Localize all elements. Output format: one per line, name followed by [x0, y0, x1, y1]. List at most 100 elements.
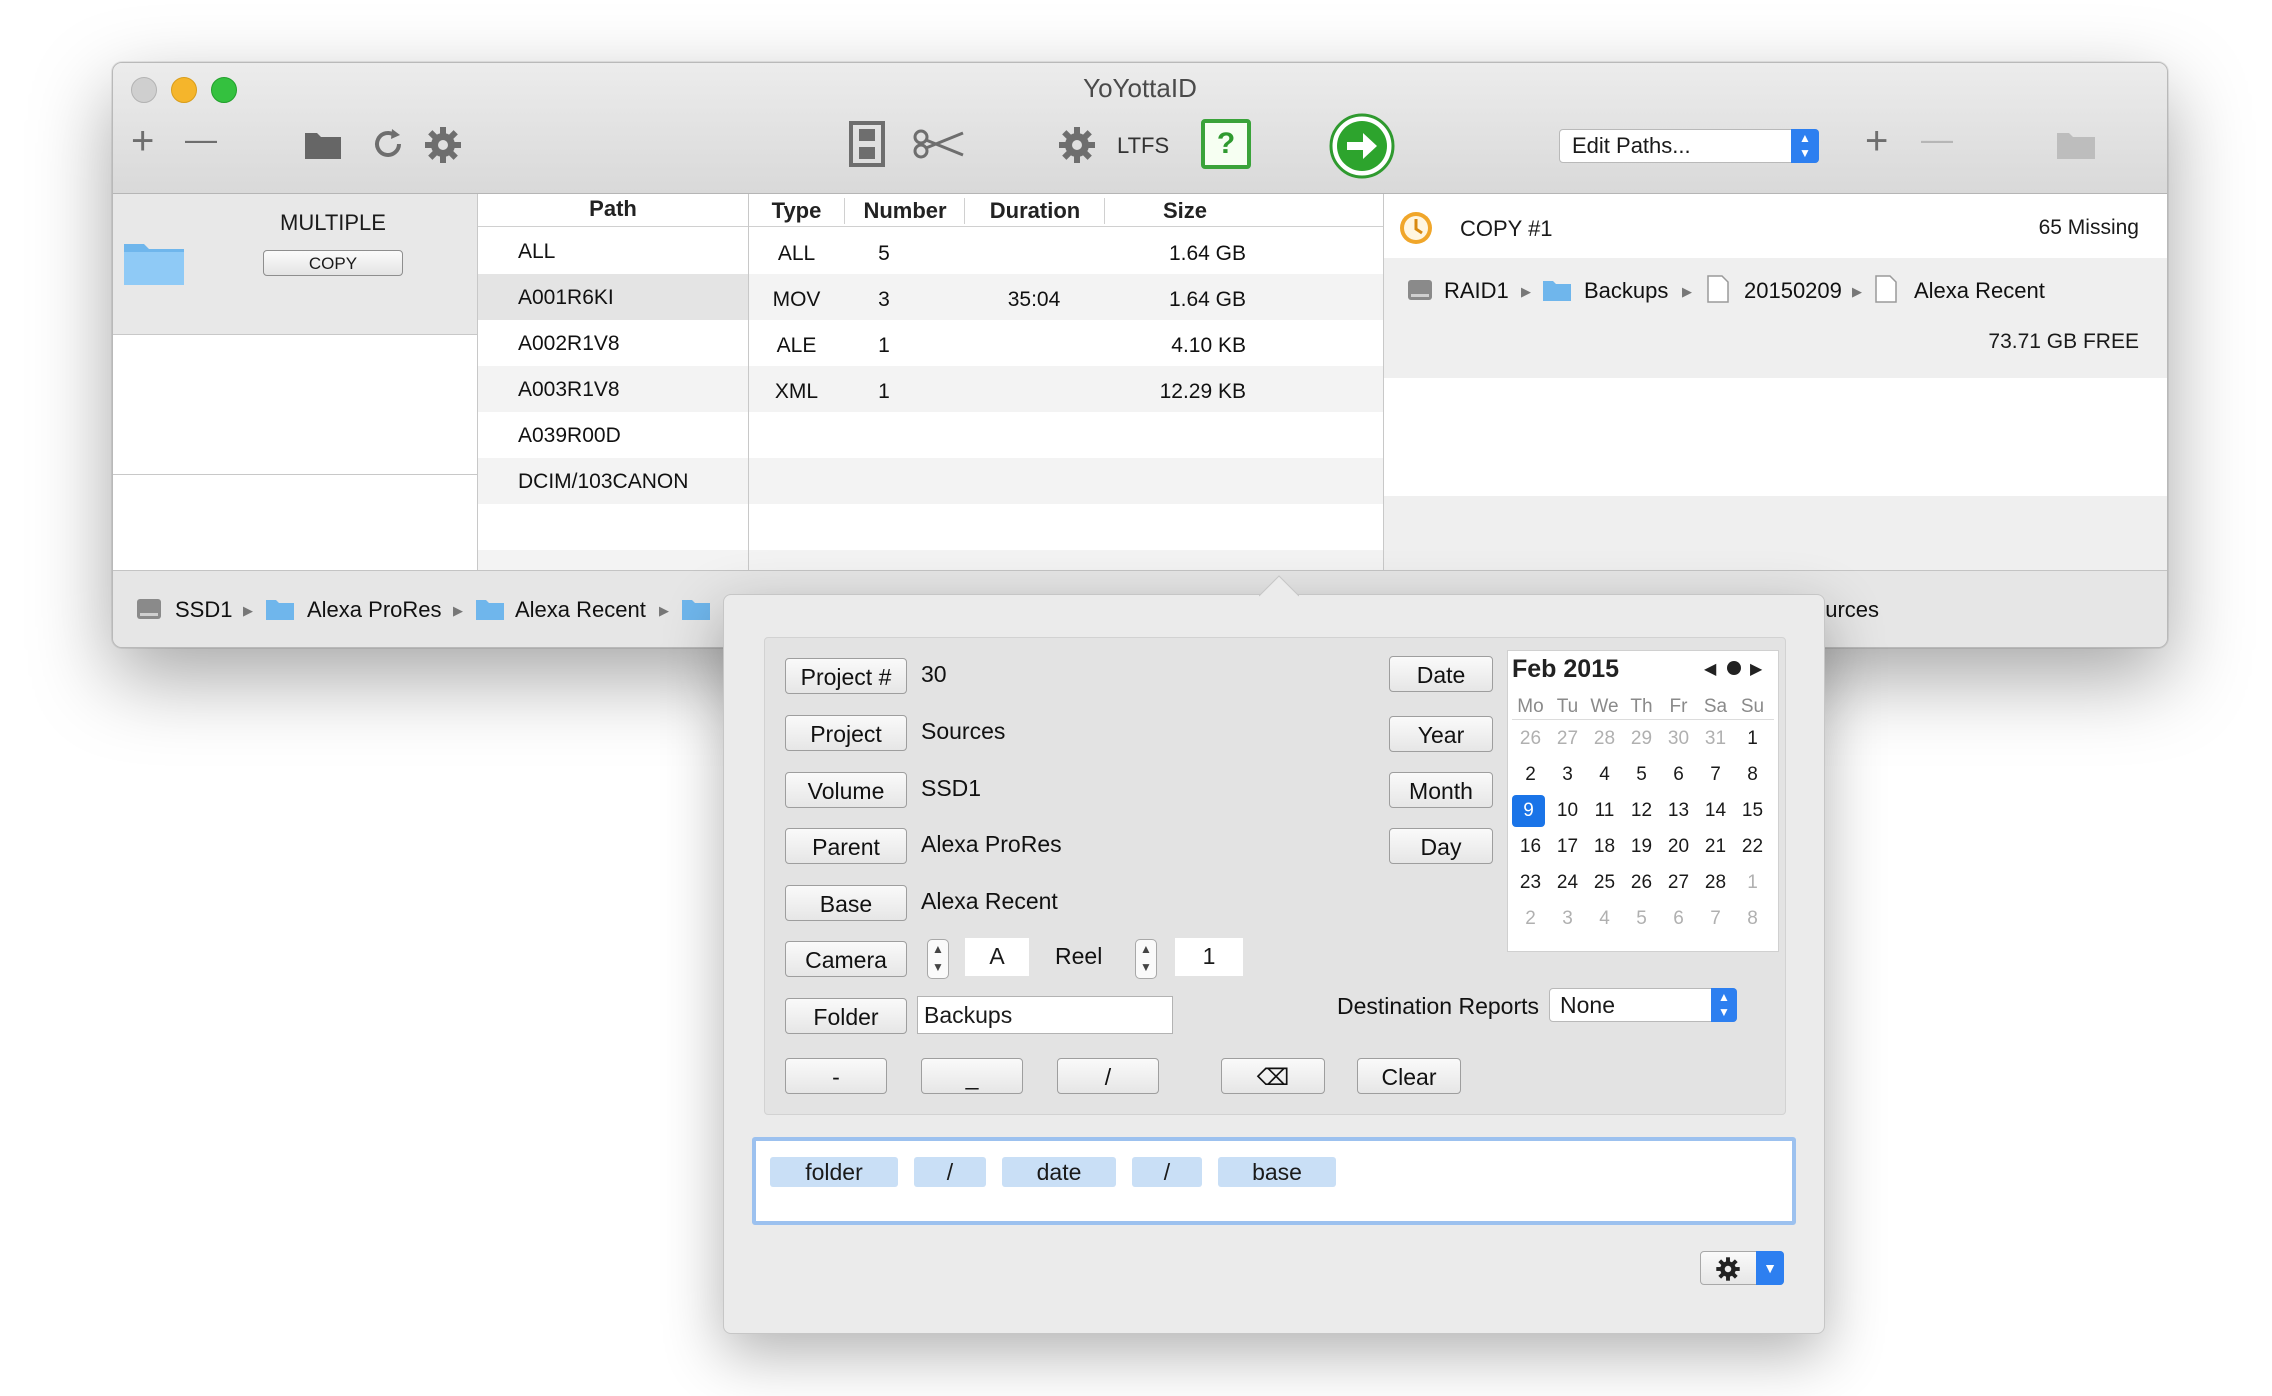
dash-button[interactable]: - — [785, 1058, 887, 1094]
calendar-day[interactable]: 18 — [1586, 829, 1623, 865]
calendar-day[interactable]: 20 — [1660, 829, 1697, 865]
folder-button[interactable]: Folder — [785, 998, 907, 1034]
token-chip[interactable]: base — [1218, 1157, 1336, 1187]
calendar-day[interactable]: 9 — [1512, 795, 1545, 827]
calendar-day[interactable]: 30 — [1660, 721, 1697, 757]
add-destination-button[interactable]: + — [1865, 121, 1888, 161]
calendar-day[interactable]: 17 — [1549, 829, 1586, 865]
calendar-day[interactable]: 19 — [1623, 829, 1660, 865]
folder-icon[interactable] — [303, 127, 343, 161]
token-chip[interactable]: / — [914, 1157, 986, 1187]
remove-destination-button[interactable]: — — [1921, 123, 1953, 155]
calendar-day[interactable]: 24 — [1549, 865, 1586, 901]
source-copy-button[interactable]: COPY — [263, 250, 403, 276]
base-button[interactable]: Base — [785, 885, 907, 921]
gear-icon[interactable] — [423, 125, 463, 165]
calendar-day[interactable]: 1 — [1734, 721, 1771, 757]
table-row[interactable]: MOV 3 35:04 1.64 GB — [749, 274, 1383, 320]
calendar-day[interactable]: 14 — [1697, 793, 1734, 829]
clear-button[interactable]: Clear — [1357, 1058, 1461, 1094]
source-breadcrumb-item[interactable]: Alexa Recent — [515, 597, 646, 623]
folder-field[interactable]: Backups — [917, 996, 1173, 1034]
calendar-day[interactable]: 15 — [1734, 793, 1771, 829]
calendar-day[interactable]: 4 — [1586, 757, 1623, 793]
calendar-day[interactable]: 23 — [1512, 865, 1549, 901]
calendar-day[interactable]: 26 — [1512, 721, 1549, 757]
scissors-icon[interactable] — [913, 129, 965, 159]
calendar-next-icon[interactable]: ▶ — [1750, 659, 1762, 679]
size-column-header[interactable]: Size — [1104, 198, 1265, 224]
go-arrow-icon[interactable] — [1329, 113, 1395, 179]
duration-column-header[interactable]: Duration — [964, 198, 1105, 224]
calendar-day[interactable]: 26 — [1623, 865, 1660, 901]
ltfs-label[interactable]: LTFS — [1117, 133, 1169, 159]
help-button[interactable]: ? — [1201, 119, 1251, 169]
calendar-day[interactable]: 28 — [1697, 865, 1734, 901]
calendar-day[interactable]: 31 — [1697, 721, 1734, 757]
table-row[interactable]: ALE 1 4.10 KB — [749, 320, 1383, 366]
type-column-header[interactable]: Type — [749, 198, 844, 224]
calendar-day[interactable]: 6 — [1660, 757, 1697, 793]
camera-stepper[interactable]: ▲ ▼ — [927, 939, 949, 979]
path-row[interactable]: A039R00D — [478, 412, 748, 458]
calendar-day[interactable]: 12 — [1623, 793, 1660, 829]
film-icon[interactable] — [847, 121, 887, 167]
destination-reports-select[interactable]: None ▲ ▼ — [1549, 988, 1737, 1022]
calendar-today-icon[interactable] — [1727, 661, 1741, 675]
calendar-day[interactable]: 1 — [1734, 865, 1771, 901]
naming-token-field[interactable]: folder / date / base — [752, 1137, 1796, 1225]
refresh-icon[interactable] — [369, 125, 407, 163]
add-source-button[interactable]: + — [131, 121, 154, 161]
table-row[interactable]: ALL 5 1.64 GB — [749, 228, 1383, 274]
calendar-prev-icon[interactable]: ◀ — [1704, 659, 1716, 679]
remove-source-button[interactable]: — — [185, 123, 217, 155]
year-button[interactable]: Year — [1389, 716, 1493, 752]
calendar-day[interactable]: 22 — [1734, 829, 1771, 865]
path-row[interactable]: A001R6KI — [478, 274, 748, 320]
calendar-day[interactable]: 27 — [1549, 721, 1586, 757]
calendar-day[interactable]: 29 — [1623, 721, 1660, 757]
parent-button[interactable]: Parent — [785, 828, 907, 864]
calendar-day[interactable]: 7 — [1697, 901, 1734, 937]
camera-button[interactable]: Camera — [785, 941, 907, 977]
calendar-day[interactable]: 5 — [1623, 757, 1660, 793]
path-header[interactable]: Path — [478, 196, 748, 227]
calendar-day[interactable]: 8 — [1734, 901, 1771, 937]
path-row[interactable]: ALL — [478, 228, 748, 274]
calendar-day[interactable]: 7 — [1697, 757, 1734, 793]
action-menu-button[interactable]: ▼ — [1700, 1251, 1784, 1285]
table-row[interactable]: XML 1 12.29 KB — [749, 366, 1383, 412]
volume-button[interactable]: Volume — [785, 772, 907, 808]
number-column-header[interactable]: Number — [844, 198, 965, 224]
calendar-day[interactable]: 28 — [1586, 721, 1623, 757]
destination-path-row[interactable]: RAID1 ▶ Backups ▶ 20150209 ▶ Alexa Recen… — [1384, 258, 2167, 378]
source-item[interactable]: MULTIPLE COPY — [113, 194, 477, 335]
destination-breadcrumb-item[interactable]: Backups — [1584, 278, 1668, 304]
destination-folder-icon[interactable] — [2055, 127, 2097, 161]
path-row[interactable]: A003R1V8 — [478, 366, 748, 412]
edit-paths-select[interactable]: Edit Paths... ▲ ▼ — [1559, 129, 1819, 163]
path-row[interactable]: A002R1V8 — [478, 320, 748, 366]
reel-stepper[interactable]: ▲ ▼ — [1135, 939, 1157, 979]
project-button[interactable]: Project — [785, 715, 907, 751]
day-button[interactable]: Day — [1389, 828, 1493, 864]
calendar-day[interactable]: 3 — [1549, 901, 1586, 937]
calendar-day[interactable]: 4 — [1586, 901, 1623, 937]
token-chip[interactable]: / — [1132, 1157, 1202, 1187]
calendar-day[interactable]: 2 — [1512, 757, 1549, 793]
calendar-day[interactable]: 8 — [1734, 757, 1771, 793]
token-chip[interactable]: date — [1002, 1157, 1116, 1187]
ltfs-gear-icon[interactable] — [1057, 125, 1097, 165]
calendar-day[interactable]: 10 — [1549, 793, 1586, 829]
underscore-button[interactable]: _ — [921, 1058, 1023, 1094]
calendar-day[interactable]: 5 — [1623, 901, 1660, 937]
calendar-day[interactable]: 6 — [1660, 901, 1697, 937]
slash-button[interactable]: / — [1057, 1058, 1159, 1094]
calendar-day[interactable]: 25 — [1586, 865, 1623, 901]
project-number-button[interactable]: Project # — [785, 658, 907, 694]
path-row[interactable]: DCIM/103CANON — [478, 458, 748, 504]
month-button[interactable]: Month — [1389, 772, 1493, 808]
calendar-day[interactable]: 3 — [1549, 757, 1586, 793]
calendar-day[interactable]: 11 — [1586, 793, 1623, 829]
destination-breadcrumb-item[interactable]: Alexa Recent — [1914, 278, 2045, 304]
